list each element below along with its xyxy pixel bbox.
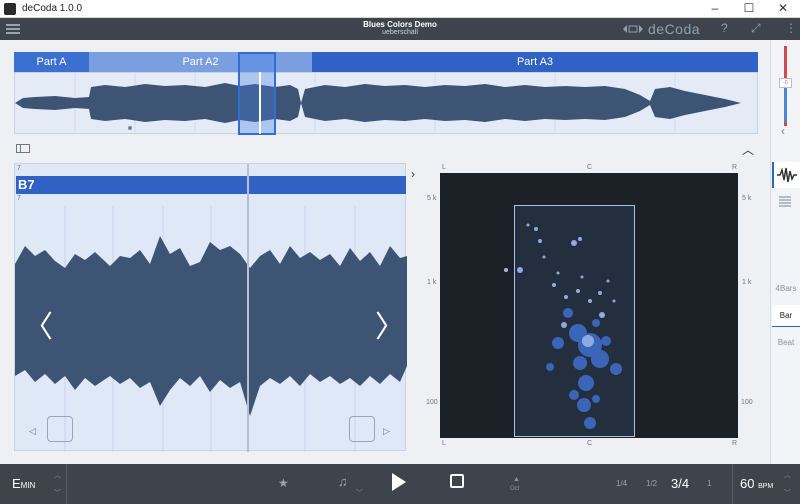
help-icon[interactable]: ? — [721, 21, 728, 35]
rail-collapse-chevron-icon[interactable]: ‹ — [781, 124, 785, 138]
os-title-bar: deCoda 1.0.0 – ☐ ✕ — [0, 0, 800, 18]
more-icon[interactable]: ⋮ — [785, 21, 797, 35]
window-title: deCoda 1.0.0 — [22, 3, 83, 14]
collapse-chevron-icon[interactable]: ︿ — [742, 141, 754, 158]
waveform-icon — [777, 167, 797, 183]
decoda-logo-icon — [623, 25, 643, 33]
part-a[interactable]: Part A — [14, 52, 89, 72]
freq-label-1k-right: 1 k — [742, 279, 752, 286]
freq-label-100-right: 100 — [741, 399, 753, 406]
bar-number-top: 7 — [17, 165, 21, 172]
quantize-bar[interactable]: Bar — [772, 305, 800, 327]
transport-divider-left — [66, 464, 67, 504]
pan-right-label-top: R — [732, 164, 738, 171]
overview-playhead[interactable] — [259, 72, 261, 134]
tempo-up-icon[interactable]: ︿ — [784, 470, 791, 480]
octave-label: Oct — [510, 486, 520, 492]
pan-left-label-top: L — [442, 164, 446, 171]
metronome-options-icon[interactable]: ﹀ — [356, 488, 363, 498]
overview-marker[interactable] — [128, 126, 132, 130]
stereo-spectrum-view[interactable] — [440, 173, 738, 438]
pan-center-label-bottom: C — [587, 440, 593, 447]
key-root: E — [12, 476, 21, 491]
fullscreen-icon[interactable]: ⤢ — [751, 21, 761, 36]
tempo-display[interactable]: 60 BPM — [740, 476, 773, 491]
quantize-4bars[interactable]: 4Bars — [772, 278, 800, 300]
overview-selection[interactable] — [238, 52, 276, 135]
metronome-icon[interactable]: ♫ — [338, 474, 348, 489]
octave-up-icon[interactable]: ▲ — [513, 476, 520, 483]
loop-frame-icon[interactable] — [450, 474, 464, 488]
volume-slider-handle[interactable]: -0 — [779, 78, 792, 88]
part-a3[interactable]: Part A3 — [312, 52, 758, 72]
freq-label-5k-right: 5 k — [742, 195, 752, 202]
brand-name: deCoda — [648, 21, 701, 37]
chord-bar[interactable]: B7 — [16, 176, 406, 194]
overview-waveform[interactable] — [14, 72, 758, 135]
app-window: deCoda 1.0.0 – ☐ ✕ Blues Colors Demo ueb… — [0, 0, 800, 504]
previous-chord-button[interactable]: 〈 — [23, 302, 53, 346]
transport-bar: EMIN ︿ ﹀ ★ ♫ ﹀ ▲ 1/4 1/2 3/4 1 60 BPM ︿ … — [0, 464, 800, 504]
tempo-down-icon[interactable]: ﹀ — [784, 488, 791, 498]
tab-list[interactable] — [772, 188, 800, 214]
key-selector[interactable]: EMIN — [12, 476, 35, 491]
loop-end-button[interactable] — [349, 416, 375, 442]
part-a2[interactable]: Part A2 — [89, 52, 312, 72]
spectrum-selection-box[interactable] — [514, 205, 635, 437]
pan-left-label-bottom: L — [442, 440, 446, 447]
expand-chevron-icon[interactable]: › — [411, 167, 415, 181]
pan-right-label-bottom: R — [732, 440, 738, 447]
loop-start-button[interactable] — [47, 416, 73, 442]
loop-back-icon[interactable]: ◁ — [29, 426, 36, 437]
chord-label: B7 — [18, 177, 35, 192]
pan-center-label-top: C — [587, 164, 593, 171]
tempo-unit: BPM — [758, 483, 774, 490]
detail-playhead[interactable] — [247, 164, 249, 452]
freq-label-5k-left: 5 k — [427, 195, 437, 202]
freq-label-100-left: 100 — [426, 399, 438, 406]
minimize-button[interactable]: – — [698, 0, 732, 18]
play-button[interactable] — [392, 473, 406, 491]
maximize-button[interactable]: ☐ — [732, 0, 766, 18]
time-sig-current[interactable]: 3/4 — [671, 476, 689, 491]
transport-divider-right — [732, 464, 733, 504]
song-parts-bar: Part A Part A2 Part A3 — [14, 52, 758, 72]
key-up-icon[interactable]: ︿ — [54, 470, 61, 480]
app-header: Blues Colors Demo ueberschall deCoda ? ⤢… — [0, 18, 800, 40]
detail-waveform-graphic — [15, 206, 407, 452]
time-sig-1-4[interactable]: 1/4 — [616, 479, 627, 488]
detail-waveform-panel[interactable]: 7 B7 7 〈 〉 ◁ ▷ — [14, 163, 407, 452]
sidebar-toggle-icon[interactable] — [16, 144, 30, 153]
app-icon — [4, 3, 16, 15]
volume-slider-fill[interactable] — [784, 86, 787, 122]
key-down-icon[interactable]: ﹀ — [54, 488, 61, 498]
close-button[interactable]: ✕ — [766, 0, 800, 18]
key-mode: MIN — [20, 481, 36, 490]
list-icon — [779, 196, 791, 207]
overview-waveform-graphic — [15, 73, 741, 135]
bar-number-bottom: 7 — [17, 195, 21, 202]
tempo-value: 60 — [740, 476, 755, 491]
tab-waveform[interactable] — [772, 162, 800, 188]
next-chord-button[interactable]: 〉 — [375, 302, 405, 346]
time-sig-1[interactable]: 1 — [707, 479, 711, 488]
time-sig-1-2[interactable]: 1/2 — [646, 479, 657, 488]
quantize-beat[interactable]: Beat — [772, 332, 800, 354]
loop-forward-icon[interactable]: ▷ — [383, 426, 390, 437]
favorite-star-icon[interactable]: ★ — [278, 476, 289, 490]
freq-label-1k-left: 1 k — [427, 279, 437, 286]
